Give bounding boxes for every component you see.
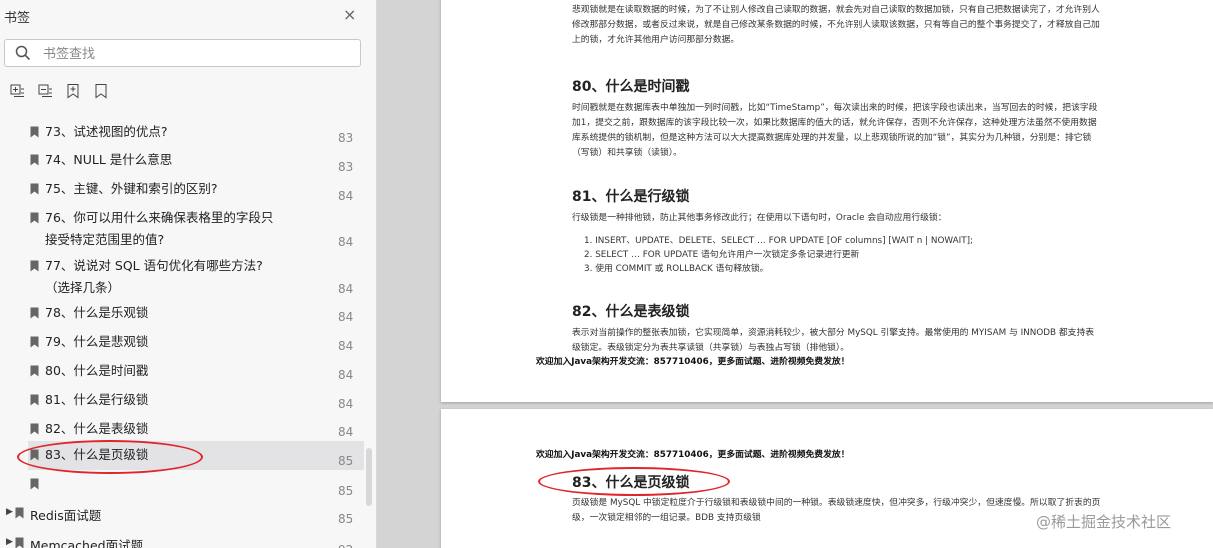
expand-all-icon[interactable] xyxy=(9,83,25,99)
panel-title: 书签 xyxy=(4,11,31,26)
bookmark-label: 83、什么是页级锁 xyxy=(45,447,149,462)
bookmark-label: 73、试述视图的优点? xyxy=(45,124,168,139)
bookmark-icon xyxy=(30,423,39,435)
bookmark-item[interactable]: 77、说说对 SQL 语句优化有哪些方法? （选择几条） 84 xyxy=(0,254,364,301)
bookmark-icon xyxy=(30,365,39,377)
paragraph: 页级锁是 MySQL 中锁定粒度介于行级锁和表级锁中间的一种锁。表级锁速度快，但… xyxy=(572,498,1101,523)
header-ad-text: 欢迎加入Java架构开发交流：857710406，更多面试题、进阶视频免费发放！ xyxy=(536,450,850,460)
bookmark-icon xyxy=(15,537,24,548)
bookmark-item[interactable]: 81、什么是行级锁 84 xyxy=(0,388,364,417)
close-icon[interactable]: × xyxy=(343,5,356,24)
page-number: 84 xyxy=(338,425,354,439)
bookmark-item[interactable]: 75、主键、外键和索引的区别? 84 xyxy=(0,177,364,206)
section-heading: 82、什么是表级锁 xyxy=(572,304,690,320)
sidebar-scrollbar-thumb[interactable] xyxy=(366,448,372,506)
bookmark-label: Redis面试题 xyxy=(30,508,102,523)
list-item: 1. INSERT、UPDATE、DELETE、SELECT … FOR UPD… xyxy=(584,236,973,246)
bookmark-item[interactable]: 80、什么是时间戳 84 xyxy=(0,359,364,388)
page-number: 84 xyxy=(338,397,354,411)
paragraph: 行级锁是一种排他锁，防止其他事务修改此行；在使用以下语句时，Oracle 会自动… xyxy=(572,213,947,223)
bookmark-item[interactable]: 74、NULL 是什么意思 83 xyxy=(0,148,364,177)
document-viewer[interactable]: 悲观锁就是在读取数据的时候，为了不让别人修改自己读取的数据，就会先对自己读取的数… xyxy=(377,0,1213,548)
bookmark-label: 77、说说对 SQL 语句优化有哪些方法? （选择几条） xyxy=(45,258,263,295)
bookmark-search-box[interactable] xyxy=(4,39,361,67)
page-number: 84 xyxy=(338,368,354,382)
bookmark-label: Memcached面试题 xyxy=(30,538,144,548)
paragraph: 时间戳就是在数据库表中单独加一列时间戳，比如“TimeStamp”，每次读出来的… xyxy=(572,103,1098,158)
page-number: 84 xyxy=(338,235,354,249)
bookmark-item[interactable]: 73、试述视图的优点? 83 xyxy=(0,120,364,148)
paragraph: 表示对当前操作的整张表加锁，它实现简单，资源消耗较少，被大部分 MySQL 引擎… xyxy=(572,328,1095,353)
bookmark-label: 76、你可以用什么来确保表格里的字段只接受特定范围里的值? xyxy=(45,210,274,247)
bookmark-icon xyxy=(30,478,39,490)
bookmark-icon xyxy=(30,394,39,406)
bookmark-label: 82、什么是表级锁 xyxy=(45,421,149,436)
bookmark-label: 78、什么是乐观锁 xyxy=(45,305,149,320)
page-number: 85 xyxy=(338,454,354,468)
bookmark-list: 73、试述视图的优点? 83 74、NULL 是什么意思 83 75、主键、外键… xyxy=(0,120,376,548)
list-item: 2. SELECT … FOR UPDATE 语句允许用户一次锁定多条记录进行更… xyxy=(584,250,860,260)
page-number: 83 xyxy=(338,131,354,145)
bookmark-label: 74、NULL 是什么意思 xyxy=(45,152,173,167)
page-number: 84 xyxy=(338,282,354,296)
page-number: 84 xyxy=(338,189,354,203)
expand-arrow-icon[interactable]: ▶ xyxy=(6,507,13,517)
bookmark-group-memcached[interactable]: ▶ Memcached面试题 92 xyxy=(0,530,364,548)
document-page: 悲观锁就是在读取数据的时候，为了不让别人修改自己读取的数据，就会先对自己读取的数… xyxy=(441,0,1213,402)
page-number: 92 xyxy=(338,543,353,548)
bookmark-icon xyxy=(30,183,39,195)
list-item: 3. 使用 COMMIT 或 ROLLBACK 语句释放锁。 xyxy=(584,264,769,274)
bookmark-item[interactable]: 79、什么是悲观锁 84 xyxy=(0,330,364,359)
page-number: 85 xyxy=(338,484,354,498)
bookmark-icon xyxy=(15,507,24,519)
section-heading: 83、什么是页级锁 xyxy=(572,475,690,491)
collapse-all-icon[interactable] xyxy=(37,83,53,99)
bookmark-icon xyxy=(30,336,39,348)
bookmark-icon xyxy=(30,212,39,224)
bookmark-item[interactable]: 76、你可以用什么来确保表格里的字段只接受特定范围里的值? 84 xyxy=(0,206,364,254)
bookmark-group-redis[interactable]: ▶ Redis面试题 85 xyxy=(0,501,364,530)
bookmark-icon xyxy=(30,260,39,272)
section-heading: 81、什么是行级锁 xyxy=(572,189,690,205)
bookmark-label: 80、什么是时间戳 xyxy=(45,363,149,378)
page-number: 83 xyxy=(338,160,354,174)
paragraph: 悲观锁就是在读取数据的时候，为了不让别人修改自己读取的数据，就会先对自己读取的数… xyxy=(572,5,1100,45)
bookmarks-panel: 书签 × 73、试述视图的优点? 83 74、NULL 是什么意思 xyxy=(0,0,377,548)
bookmark-item[interactable]: 82、什么是表级锁 84 xyxy=(0,417,364,441)
page-number: 85 xyxy=(338,512,354,526)
page-number: 84 xyxy=(338,310,354,324)
bookmark-label: 75、主键、外键和索引的区别? xyxy=(45,181,218,196)
bookmark-icon[interactable] xyxy=(93,83,109,99)
add-bookmark-icon[interactable] xyxy=(65,83,81,99)
search-icon xyxy=(15,45,31,61)
bookmark-icon xyxy=(30,307,39,319)
bookmark-label: 81、什么是行级锁 xyxy=(45,392,149,407)
expand-arrow-icon[interactable]: ▶ xyxy=(6,537,13,547)
section-heading: 80、什么是时间戳 xyxy=(572,79,690,95)
page-number: 84 xyxy=(338,339,354,353)
bookmark-icon xyxy=(30,126,39,138)
search-input[interactable] xyxy=(41,43,345,65)
bookmark-item-selected[interactable]: 83、什么是页级锁 85 xyxy=(28,441,364,470)
bookmark-icon xyxy=(30,449,39,461)
watermark: @稀土掘金技术社区 xyxy=(1036,513,1172,531)
bookmark-item[interactable]: 85 xyxy=(0,470,364,499)
bookmark-label: 79、什么是悲观锁 xyxy=(45,334,149,349)
bookmark-item[interactable]: 78、什么是乐观锁 84 xyxy=(0,301,364,330)
bookmark-icon xyxy=(30,154,39,166)
footer-ad-text: 欢迎加入Java架构开发交流：857710406，更多面试题、进阶视频免费发放！ xyxy=(536,357,850,367)
